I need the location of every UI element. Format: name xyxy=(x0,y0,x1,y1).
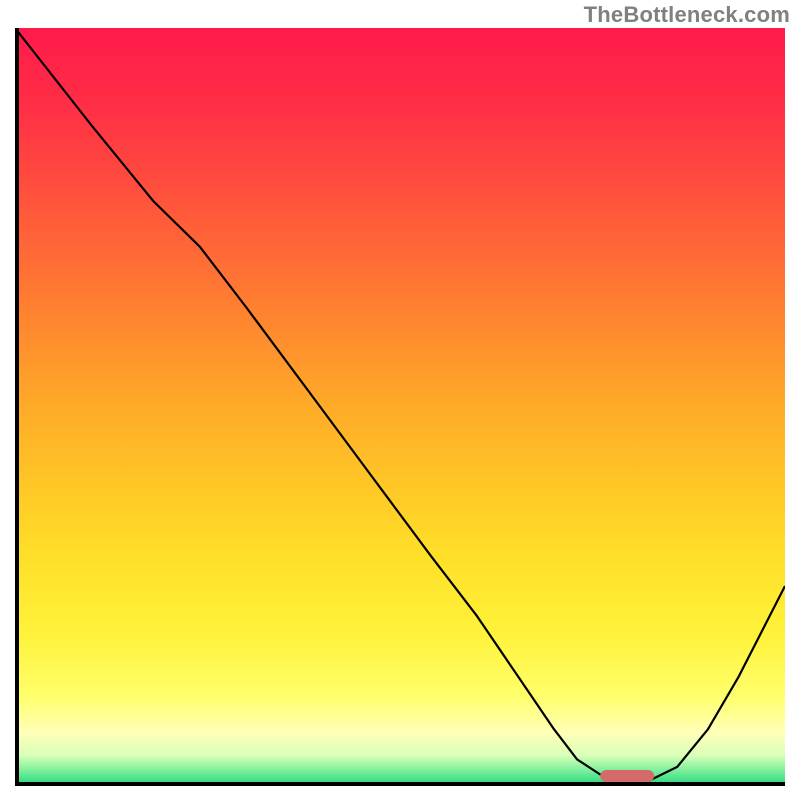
chart-plot xyxy=(15,28,785,786)
watermark-text: TheBottleneck.com xyxy=(584,2,790,28)
chart-svg xyxy=(15,28,785,786)
gradient-background xyxy=(15,28,785,786)
optimal-range-marker xyxy=(600,770,654,782)
chart-container: TheBottleneck.com xyxy=(0,0,800,800)
